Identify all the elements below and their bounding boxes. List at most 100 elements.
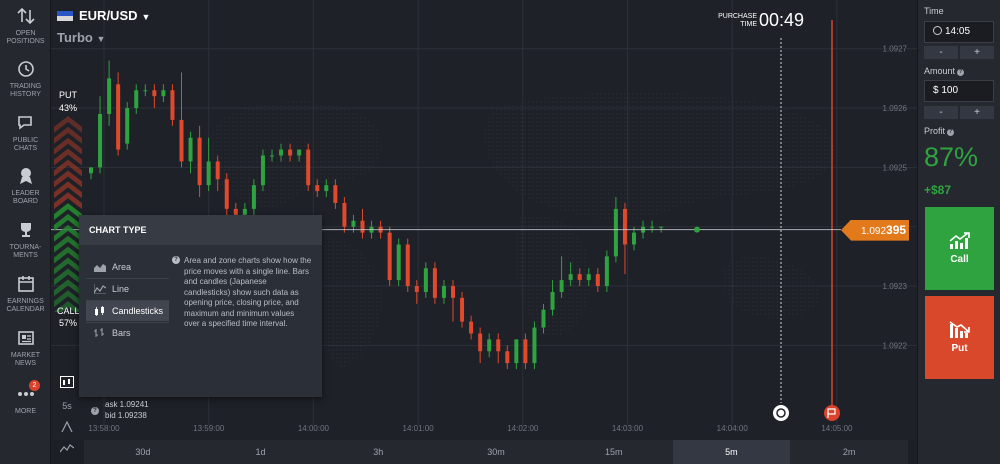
chart-type-candlesticks[interactable]: Candlesticks [86, 301, 169, 321]
info-icon: ? [172, 256, 180, 264]
timeframe-3h[interactable]: 3h [319, 440, 437, 464]
call-button[interactable]: Call [925, 207, 994, 290]
timeframe-2m[interactable]: 2m [790, 440, 908, 464]
candle [134, 84, 139, 114]
arrows-updown-icon [0, 6, 51, 28]
option-type-selector[interactable]: Turbo ▼ [57, 30, 105, 45]
nav-market-news[interactable]: MARKET NEWS [0, 328, 51, 368]
chart-type-area[interactable]: Area [86, 257, 169, 277]
chart-tools: 5s [51, 372, 83, 464]
profit-percent: 87% [924, 142, 979, 172]
option-type-label: Turbo [57, 30, 93, 45]
expiry-time-field[interactable]: 14:05 [924, 21, 994, 43]
x-tick-label: 13:59:00 [193, 424, 225, 433]
time-decrease-button[interactable]: - [924, 46, 958, 59]
candle [405, 238, 410, 292]
nav-open-positions[interactable]: OPEN POSITIONS [0, 6, 51, 46]
y-tick-label: 1.0925 [883, 163, 908, 172]
medal-icon [0, 166, 51, 188]
put-sentiment-percent: 43% [59, 103, 78, 113]
chart-type-description: Area and zone charts show how the price … [184, 256, 312, 328]
timeframe-bar: 30d 1d 3h 30m 15m 5m 2m [84, 440, 908, 464]
candle [441, 280, 446, 304]
candle [532, 321, 537, 370]
drawing-icon [61, 420, 73, 433]
candle [143, 84, 148, 97]
timeframe-15m[interactable]: 15m [555, 440, 673, 464]
candle [423, 262, 428, 298]
clock-icon [933, 26, 942, 35]
timeframe-30m[interactable]: 30m [437, 440, 555, 464]
candle [107, 60, 112, 126]
nav-leader-board[interactable]: LEADER BOARD [0, 166, 51, 206]
x-tick-label: 14:02:00 [507, 424, 539, 433]
price-suffix: 395 [886, 222, 907, 237]
candle [396, 238, 401, 287]
info-icon: ? [947, 129, 955, 136]
candle [306, 143, 311, 192]
amount-field[interactable]: $ 100 [924, 80, 994, 102]
candle [125, 102, 130, 150]
chart-type-panel: CHART TYPE Area Line Candlesticks Bars ?… [79, 215, 322, 397]
amount-decrease-button[interactable]: - [924, 106, 958, 119]
candle [595, 268, 600, 292]
candle [514, 339, 519, 370]
nav-more[interactable]: 2 MORE [0, 380, 51, 416]
indicators-icon [59, 444, 75, 453]
candle [496, 333, 501, 364]
news-icon [0, 328, 51, 350]
call-sentiment-percent: 57% [59, 318, 78, 328]
candle [342, 197, 347, 233]
candle [387, 226, 392, 287]
indicators-button[interactable] [51, 444, 83, 456]
info-icon: ? [957, 69, 965, 76]
bid-price: bid 1.09238 [105, 411, 147, 420]
nav-tournaments[interactable]: TOURNA- MENTS [0, 220, 51, 260]
timeframe-1d[interactable]: 1d [202, 440, 320, 464]
info-icon: ? [91, 407, 99, 415]
amount-increase-button[interactable]: + [960, 106, 994, 119]
chart-type-bars[interactable]: Bars [86, 323, 169, 343]
trophy-icon [0, 220, 51, 242]
candle [478, 327, 483, 364]
candle [505, 345, 510, 370]
chevron-down-icon: ▼ [141, 12, 151, 22]
candle [161, 84, 166, 103]
timeframe-30d[interactable]: 30d [84, 440, 202, 464]
amount-label: Amount? [924, 66, 965, 76]
chart-type-line[interactable]: Line [86, 279, 169, 299]
trade-panel: Time 14:05 - + Amount? $ 100 - + Profit?… [917, 0, 1000, 464]
chart-type-button[interactable] [51, 376, 83, 390]
purchase-time-marker[interactable] [773, 405, 789, 421]
put-sentiment-label: PUT [59, 90, 77, 100]
candle [333, 179, 338, 209]
nav-public-chats[interactable]: PUBLIC CHATS [0, 113, 51, 153]
candle [260, 149, 265, 192]
purchase-countdown: 00:49 [759, 10, 805, 30]
x-tick-label: 14:04:00 [717, 424, 749, 433]
time-increase-button[interactable]: + [960, 46, 994, 59]
put-button[interactable]: Put [925, 296, 994, 379]
more-icon [0, 384, 51, 406]
x-tick-label: 14:00:00 [298, 424, 330, 433]
calendar-icon [0, 274, 51, 296]
chart-area[interactable]: 1.09271.09261.09251.09241.09231.092213:5… [51, 0, 917, 440]
chart-type-title: CHART TYPE [79, 215, 322, 245]
candle [650, 220, 655, 233]
timeframe-5m[interactable]: 5m [672, 440, 791, 464]
nav-earnings-calendar[interactable]: EARNINGS CALENDAR [0, 274, 51, 314]
candle [632, 226, 636, 251]
candle-interval-button[interactable]: 5s [51, 401, 83, 411]
x-tick-label: 13:58:00 [88, 424, 120, 433]
history-icon [0, 59, 51, 81]
candle [604, 250, 609, 292]
nav-trading-history[interactable]: TRADING HISTORY [0, 59, 51, 99]
candle [487, 333, 492, 358]
x-tick-label: 14:05:00 [821, 424, 853, 433]
asset-selector[interactable]: EUR/USD ▼ [57, 8, 150, 23]
drawing-tools-button[interactable] [51, 420, 83, 435]
y-tick-label: 1.0923 [883, 282, 908, 291]
call-sentiment-label: CALL [57, 306, 80, 316]
expiration-marker[interactable] [824, 405, 840, 421]
current-price-tag: 1.092395 [841, 219, 909, 241]
